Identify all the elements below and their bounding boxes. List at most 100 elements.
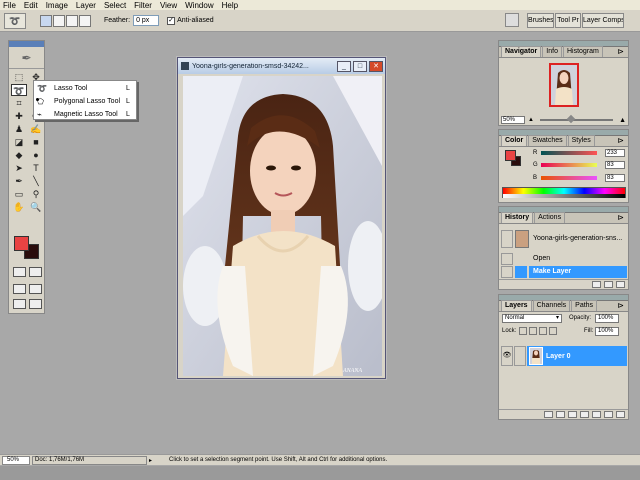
lock-pixels-icon[interactable] [529,327,537,335]
menu-window[interactable]: Window [185,1,213,10]
menu-help[interactable]: Help [222,1,238,10]
well-tool-presets[interactable]: Tool Pr [555,13,581,28]
notes-tool-icon[interactable]: ▭ [11,188,27,200]
lasso-tool-icon[interactable]: ➰ [11,84,27,96]
crop-tool-icon[interactable]: ⌗ [11,97,27,109]
panel-menu-icon[interactable]: ⊳ [614,136,627,146]
feather-input[interactable]: 0 px [133,15,160,26]
path-select-icon[interactable]: ➤ [11,162,27,174]
tab-channels[interactable]: Channels [532,300,571,311]
antialias-checkbox[interactable]: ✓ [167,16,176,25]
red-value-input[interactable]: 233 [605,149,625,157]
flyout-item-polygonal-lasso[interactable]: ⬠ Polygonal Lasso Tool L [34,95,136,107]
zoom-in-icon[interactable]: ▲ [619,117,626,124]
panel-menu-icon[interactable]: ⊳ [614,301,627,311]
green-slider[interactable] [541,163,597,167]
fill-input[interactable]: 100% [595,327,619,336]
layer-style-icon[interactable] [556,411,565,418]
subtract-from-selection-button[interactable] [66,14,78,27]
history-brush-source-icon[interactable] [501,265,513,278]
blend-mode-select[interactable]: Normal ▾ [502,314,562,323]
tab-layers[interactable]: Layers [501,300,532,311]
navigator-zoom-slider[interactable] [539,114,614,124]
feather-logo-icon[interactable]: ✒ [9,47,44,69]
foreground-color-swatch[interactable] [14,236,29,251]
tab-histogram[interactable]: Histogram [562,46,603,57]
tab-info[interactable]: Info [542,46,562,57]
screen-mode-standard-icon[interactable] [12,284,26,294]
palette-well-icon[interactable] [505,13,519,27]
healing-brush-icon[interactable]: ✚ [11,110,27,122]
color-fg-chip[interactable] [505,150,516,161]
close-button[interactable]: ✕ [369,60,383,72]
new-snapshot-icon[interactable] [604,281,613,288]
document-titlebar[interactable]: Yoona-girls-generation-smsd-34242... _ □… [178,58,385,74]
status-menu-arrow-icon[interactable]: ▸ [149,457,159,464]
eye-icon[interactable]: 👁 [501,346,513,366]
menu-filter[interactable]: Filter [134,1,152,10]
type-tool-icon[interactable]: T [28,162,44,174]
adjustment-layer-icon[interactable] [592,411,601,418]
blue-value-input[interactable]: 83 [605,174,625,182]
history-brush-icon[interactable]: ✍ [28,123,44,135]
lock-transparency-icon[interactable] [519,327,527,335]
snapshot-brush-icon[interactable] [501,230,513,248]
red-slider[interactable] [541,151,597,155]
new-selection-button[interactable] [40,14,52,27]
layer-item[interactable]: Layer 0 [527,346,627,366]
menu-layer[interactable]: Layer [76,1,96,10]
tab-paths[interactable]: Paths [571,300,598,311]
quick-mask-mode-icon[interactable] [28,267,42,277]
navigator-thumbnail[interactable] [549,63,579,107]
menu-image[interactable]: Image [46,1,68,10]
navigator-zoom-input[interactable]: 50% [501,116,525,124]
blur-tool-icon[interactable]: ◆ [11,149,27,161]
panel-menu-icon[interactable]: ⊳ [614,47,627,57]
trash-icon[interactable] [616,411,625,418]
eyedropper-icon[interactable]: ⚲ [28,188,44,200]
new-layer-icon[interactable] [604,411,613,418]
maximize-button[interactable]: □ [353,60,367,72]
hand-tool-icon[interactable]: ✋ [11,201,27,213]
layer-set-icon[interactable] [580,411,589,418]
canvas-image[interactable]: ANANA [183,76,382,376]
line-tool-icon[interactable]: ╲ [28,175,44,187]
flyout-item-magnetic-lasso[interactable]: ⌁ Magnetic Lasso Tool L [34,108,136,120]
dodge-tool-icon[interactable]: ● [28,149,44,161]
zoom-out-icon[interactable]: ▲ [528,117,534,123]
marquee-tool-icon[interactable]: ⬚ [11,71,27,83]
tab-styles[interactable]: Styles [567,135,595,146]
jump-to-imageready-icon[interactable] [28,299,42,309]
tab-color[interactable]: Color [501,135,528,146]
screen-mode-full-icon[interactable] [28,284,42,294]
layer-mask-icon[interactable] [568,411,577,418]
tool-preset-picker[interactable]: ➰ [4,12,26,29]
status-zoom-input[interactable]: 50% [2,455,30,465]
history-brush-source-icon[interactable] [501,252,513,265]
history-item-open[interactable]: Open [501,252,627,265]
trash-icon[interactable] [616,281,625,288]
lock-all-icon[interactable] [549,327,557,335]
eraser-tool-icon[interactable]: ◪ [11,136,27,148]
zoom-tool-icon[interactable]: 🔍 [28,201,44,213]
blue-slider[interactable] [541,176,597,180]
green-value-input[interactable]: 83 [605,161,625,169]
gradient-tool-icon[interactable]: ■ [28,136,44,148]
history-snapshot[interactable]: Yoona-girls-generation-sns... [501,229,627,249]
intersect-selection-button[interactable] [79,14,91,27]
minimize-button[interactable]: _ [337,60,351,72]
tab-swatches[interactable]: Swatches [528,135,567,146]
tab-actions[interactable]: Actions [534,212,566,223]
tab-history[interactable]: History [501,212,534,223]
color-spectrum-ramp[interactable] [502,187,626,198]
menu-select[interactable]: Select [104,1,126,10]
new-document-icon[interactable] [592,281,601,288]
menu-file[interactable]: File [3,1,16,10]
add-to-selection-button[interactable] [53,14,65,27]
layer-row[interactable]: 👁 Layer 0 [501,345,627,367]
brush-link-icon[interactable] [514,346,526,366]
menu-view[interactable]: View [160,1,177,10]
well-brushes[interactable]: Brushes [527,13,554,28]
well-layer-comps[interactable]: Layer Comps [582,13,624,28]
flyout-item-lasso[interactable]: ➰ Lasso Tool L [34,82,136,94]
